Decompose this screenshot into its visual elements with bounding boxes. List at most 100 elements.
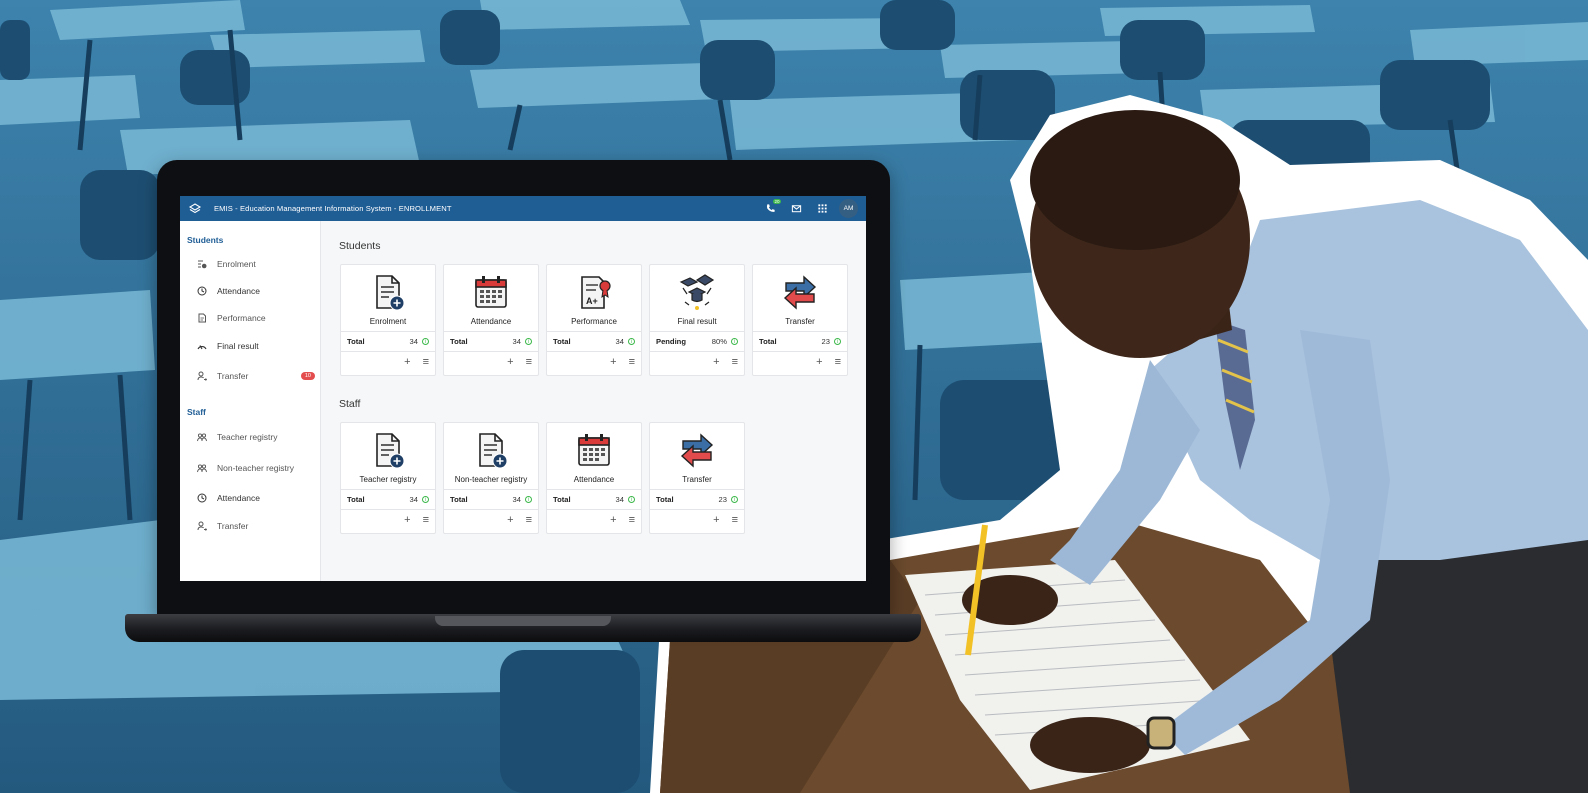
card-stat-row: Total 34 i — [444, 489, 538, 510]
menu-icon[interactable]: ≡ — [732, 513, 738, 527]
menu-icon[interactable]: ≡ — [629, 513, 635, 527]
menu-icon[interactable]: ≡ — [526, 513, 532, 527]
info-icon[interactable]: i — [422, 338, 429, 345]
menu-icon[interactable]: ≡ — [732, 355, 738, 369]
clock-icon — [197, 286, 207, 296]
card-title: Attendance — [573, 475, 615, 484]
transfer-arrows-icon — [753, 271, 847, 313]
apps-grid-button[interactable] — [813, 202, 831, 216]
document-add-icon — [341, 429, 435, 471]
menu-icon[interactable]: ≡ — [629, 355, 635, 369]
sidebar-item-final-result[interactable]: Final result — [197, 341, 315, 351]
card-title: Non-teacher registry — [454, 475, 528, 484]
stat-label: Total — [450, 495, 468, 504]
card-transfer[interactable]: Transfer Total 23 i + ≡ — [752, 264, 848, 376]
info-icon[interactable]: i — [525, 338, 532, 345]
add-icon[interactable]: + — [610, 513, 616, 527]
add-icon[interactable]: + — [404, 513, 410, 527]
card-actions: + ≡ — [404, 513, 429, 527]
card-title: Performance — [571, 317, 617, 326]
add-icon[interactable]: + — [610, 355, 616, 369]
sidebar-item-attendance[interactable]: Attendance — [197, 286, 315, 296]
main-content: Students Enrolment Total 34 i + ≡ Attend… — [321, 221, 866, 581]
info-icon[interactable]: i — [628, 338, 635, 345]
add-icon[interactable]: + — [507, 513, 513, 527]
card-title: Transfer — [785, 317, 815, 326]
card-staff-attendance[interactable]: Attendance Total 34 i + ≡ — [546, 422, 642, 534]
emis-logo-icon[interactable] — [188, 202, 202, 216]
stat-label: Total — [759, 337, 777, 346]
stat-label: Total — [347, 337, 365, 346]
stat-label: Total — [347, 495, 365, 504]
card-actions: + ≡ — [507, 513, 532, 527]
sidebar-heading-students[interactable]: Students — [187, 235, 223, 245]
info-icon[interactable]: i — [834, 338, 841, 345]
stat-value: 23 — [718, 495, 727, 504]
grid-icon — [817, 204, 827, 213]
card-stat-row: Total 34 i — [444, 331, 538, 352]
sidebar-item-transfer[interactable]: Transfer 10 — [197, 371, 315, 381]
students-section-title: Students — [339, 240, 381, 252]
sidebar-item-label: Attendance — [217, 286, 261, 296]
document-add-icon — [341, 271, 435, 313]
card-teacher-registry[interactable]: Teacher registry Total 34 i + ≡ — [340, 422, 436, 534]
stat-label: Pending — [656, 337, 686, 346]
card-stat-row: Total 34 i — [547, 489, 641, 510]
user-transfer-icon — [197, 371, 207, 381]
group-icon — [197, 463, 207, 473]
info-icon[interactable]: i — [525, 496, 532, 503]
laptop-notch — [435, 616, 611, 626]
sidebar-item-label: Final result — [217, 341, 259, 351]
stat-label: Total — [553, 495, 571, 504]
card-enrolment[interactable]: Enrolment Total 34 i + ≡ — [340, 264, 436, 376]
card-performance[interactable]: A+ Performance Total 34 i + ≡ — [546, 264, 642, 376]
document-add-icon — [444, 429, 538, 471]
notification-count: 20 — [772, 198, 781, 204]
card-attendance[interactable]: Attendance Total 34 i + ≡ — [443, 264, 539, 376]
add-icon[interactable]: + — [404, 355, 410, 369]
calendar-icon — [444, 271, 538, 313]
card-staff-transfer[interactable]: Transfer Total 23 i + ≡ — [649, 422, 745, 534]
stat-label: Total — [450, 337, 468, 346]
menu-icon[interactable]: ≡ — [835, 355, 841, 369]
menu-icon[interactable]: ≡ — [423, 355, 429, 369]
app-title: EMIS - Education Management Information … — [214, 204, 452, 213]
add-icon[interactable]: + — [713, 513, 719, 527]
staff-section-title: Staff — [339, 398, 361, 410]
phone-icon — [766, 204, 775, 212]
menu-icon[interactable]: ≡ — [423, 513, 429, 527]
avatar[interactable]: AM — [839, 199, 858, 218]
notification-button[interactable]: 20 — [761, 198, 781, 216]
card-actions: + ≡ — [713, 513, 738, 527]
info-icon[interactable]: i — [731, 338, 738, 345]
sidebar-item-staff-attendance[interactable]: Attendance — [197, 493, 315, 503]
card-actions: + ≡ — [404, 355, 429, 369]
transfer-arrows-icon — [650, 429, 744, 471]
mail-icon — [791, 205, 801, 213]
stat-value: 34 — [512, 337, 521, 346]
sidebar-item-performance[interactable]: Performance — [197, 313, 315, 323]
sidebar-item-staff-transfer[interactable]: Transfer — [197, 521, 315, 531]
card-final-result[interactable]: Final result Pending 80% i + ≡ — [649, 264, 745, 376]
card-actions: + ≡ — [507, 355, 532, 369]
sidebar-item-teacher-registry[interactable]: Teacher registry — [197, 432, 315, 442]
card-actions: + ≡ — [610, 355, 635, 369]
sidebar-heading-staff[interactable]: Staff — [187, 407, 206, 417]
add-icon[interactable]: + — [816, 355, 822, 369]
add-icon[interactable]: + — [713, 355, 719, 369]
card-stat-row: Total 23 i — [753, 331, 847, 352]
info-icon[interactable]: i — [628, 496, 635, 503]
mail-button[interactable] — [787, 202, 805, 216]
card-non-teacher-registry[interactable]: Non-teacher registry Total 34 i + ≡ — [443, 422, 539, 534]
sidebar-item-non-teacher-registry[interactable]: Non-teacher registry — [197, 463, 315, 473]
card-stat-row: Total 34 i — [341, 489, 435, 510]
card-title: Final result — [677, 317, 717, 326]
add-icon[interactable]: + — [507, 355, 513, 369]
certificate-icon: A+ — [547, 271, 641, 313]
card-actions: + ≡ — [713, 355, 738, 369]
info-icon[interactable]: i — [731, 496, 738, 503]
sidebar-item-enrolment[interactable]: Enrolment — [197, 259, 315, 269]
info-icon[interactable]: i — [422, 496, 429, 503]
sidebar-item-label: Performance — [217, 313, 266, 323]
menu-icon[interactable]: ≡ — [526, 355, 532, 369]
